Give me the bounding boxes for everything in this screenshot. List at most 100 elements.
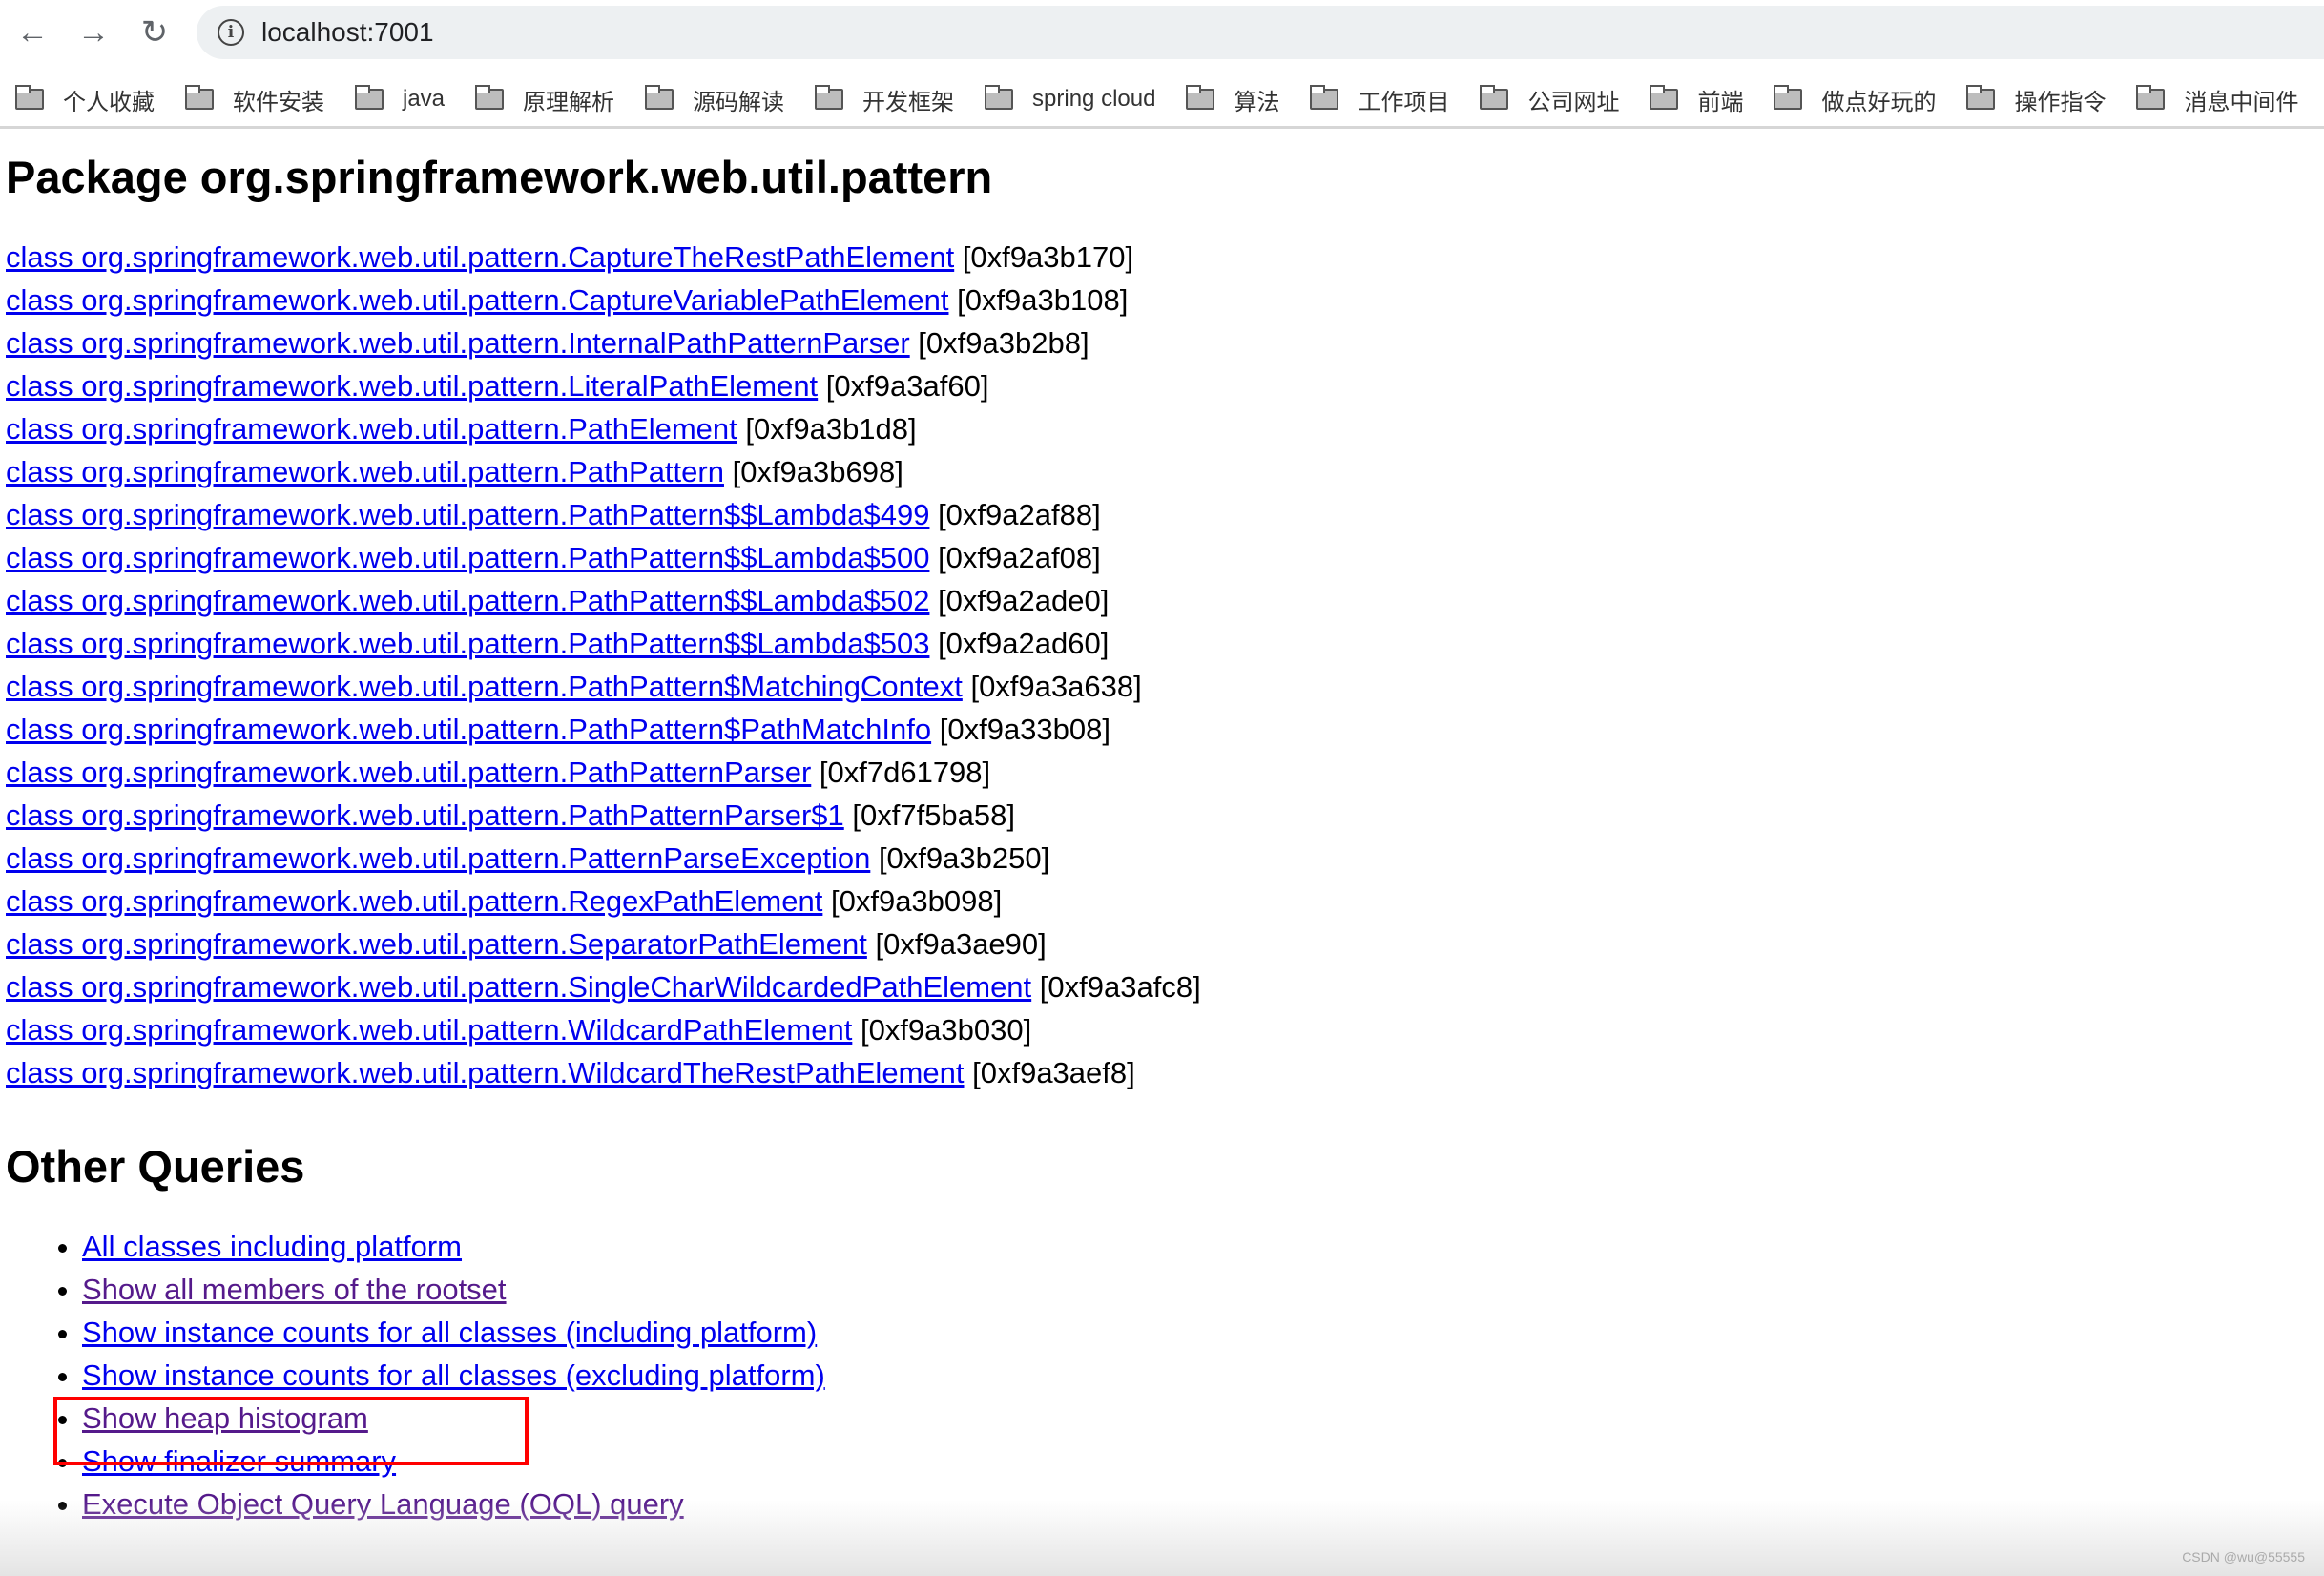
- class-address: [0xf9a3af60]: [825, 369, 989, 403]
- class-row: class org.springframework.web.util.patte…: [6, 579, 1201, 622]
- class-link[interactable]: class org.springframework.web.util.patte…: [6, 369, 818, 403]
- forward-arrow-icon[interactable]: →: [74, 13, 113, 52]
- query-link[interactable]: Show instance counts for all classes (in…: [82, 1316, 817, 1349]
- highlight-box: [53, 1397, 529, 1465]
- back-arrow-icon[interactable]: ←: [13, 13, 52, 52]
- class-link[interactable]: class org.springframework.web.util.patte…: [6, 283, 948, 317]
- folder-icon: [2136, 85, 2166, 110]
- bookmark-folder[interactable]: 消息中间件: [2136, 73, 2298, 126]
- class-address: [0xf9a3afc8]: [1039, 970, 1201, 1004]
- info-icon[interactable]: i: [218, 19, 244, 46]
- bookmark-label: 前端: [1697, 89, 1744, 115]
- bookmark-folder[interactable]: 做点好玩的: [1774, 73, 1936, 126]
- bookmark-folder[interactable]: 算法: [1186, 73, 1279, 126]
- class-address: [0xf9a3b108]: [957, 283, 1129, 317]
- class-address: [0xf9a3b030]: [860, 1013, 1032, 1047]
- query-link[interactable]: Show all members of the rootset: [82, 1273, 507, 1306]
- class-link[interactable]: class org.springframework.web.util.patte…: [6, 326, 910, 360]
- bookmark-folder[interactable]: 操作指令: [1966, 73, 2106, 126]
- bookmark-label: 算法: [1234, 89, 1280, 115]
- class-address: [0xf7d61798]: [819, 756, 991, 789]
- reload-icon[interactable]: ↻: [135, 13, 174, 52]
- class-link[interactable]: class org.springframework.web.util.patte…: [6, 627, 929, 660]
- bookmark-folder[interactable]: 工作项目: [1310, 73, 1449, 126]
- query-item: All classes including platform: [82, 1225, 1201, 1268]
- bookmark-label: 工作项目: [1358, 89, 1450, 115]
- class-row: class org.springframework.web.util.patte…: [6, 279, 1201, 321]
- class-row: class org.springframework.web.util.patte…: [6, 794, 1201, 837]
- class-link[interactable]: class org.springframework.web.util.patte…: [6, 927, 867, 961]
- bookmark-folder[interactable]: spring cloud: [985, 73, 1155, 126]
- folder-icon: [815, 85, 844, 110]
- class-link[interactable]: class org.springframework.web.util.patte…: [6, 412, 737, 446]
- folder-icon: [1774, 85, 1803, 110]
- class-link[interactable]: class org.springframework.web.util.patte…: [6, 541, 929, 574]
- class-link[interactable]: class org.springframework.web.util.patte…: [6, 584, 929, 617]
- class-row: class org.springframework.web.util.patte…: [6, 665, 1201, 708]
- class-link[interactable]: class org.springframework.web.util.patte…: [6, 498, 929, 531]
- class-link[interactable]: class org.springframework.web.util.patte…: [6, 455, 724, 488]
- class-link[interactable]: class org.springframework.web.util.patte…: [6, 841, 870, 875]
- bookmark-folder[interactable]: 个人收藏: [15, 73, 155, 126]
- bookmark-label: 操作指令: [2014, 89, 2106, 115]
- bookmark-folder[interactable]: 公司网址: [1480, 73, 1619, 126]
- class-link[interactable]: class org.springframework.web.util.patte…: [6, 1056, 964, 1089]
- folder-icon: [1966, 85, 1996, 110]
- folder-icon: [15, 85, 44, 110]
- query-link[interactable]: Show instance counts for all classes (ex…: [82, 1358, 825, 1392]
- class-row: class org.springframework.web.util.patte…: [6, 923, 1201, 965]
- class-row: class org.springframework.web.util.patte…: [6, 1051, 1201, 1094]
- bookmark-label: 个人收藏: [63, 89, 155, 115]
- query-link[interactable]: All classes including platform: [82, 1230, 462, 1263]
- class-row: class org.springframework.web.util.patte…: [6, 321, 1201, 364]
- class-address: [0xf9a2ade0]: [938, 584, 1110, 617]
- class-link[interactable]: class org.springframework.web.util.patte…: [6, 884, 822, 918]
- bookmark-folder[interactable]: 原理解析: [475, 73, 614, 126]
- folder-icon: [985, 85, 1014, 110]
- class-address: [0xf9a3ae90]: [875, 927, 1047, 961]
- class-row: class org.springframework.web.util.patte…: [6, 622, 1201, 665]
- class-address: [0xf9a3b170]: [962, 240, 1134, 274]
- other-queries-heading: Other Queries: [6, 1141, 305, 1192]
- folder-icon: [1650, 85, 1679, 110]
- bookmark-label: 公司网址: [1527, 89, 1620, 115]
- folder-icon: [1480, 85, 1509, 110]
- folder-icon: [475, 85, 505, 110]
- bookmark-label: 开发框架: [862, 89, 955, 115]
- class-row: class org.springframework.web.util.patte…: [6, 965, 1201, 1008]
- bookmark-folder[interactable]: java: [355, 73, 445, 126]
- class-link[interactable]: class org.springframework.web.util.patte…: [6, 670, 963, 703]
- bookmark-label: 消息中间件: [2184, 89, 2299, 115]
- class-address: [0xf9a3b098]: [830, 884, 1003, 918]
- bookmarks-bar: 个人收藏 软件安装 java 原理解析 源码解读 开发框架 spring cloud 算法 工作…: [0, 73, 2324, 129]
- bookmark-folder[interactable]: 前端: [1650, 73, 1743, 126]
- folder-icon: [645, 85, 674, 110]
- class-row: class org.springframework.web.util.patte…: [6, 536, 1201, 579]
- folder-icon: [355, 85, 384, 110]
- query-item: Show instance counts for all classes (ex…: [82, 1354, 1201, 1397]
- bookmark-folder[interactable]: 开发框架: [815, 73, 954, 126]
- class-link[interactable]: class org.springframework.web.util.patte…: [6, 713, 931, 746]
- query-item: Show all members of the rootset: [82, 1268, 1201, 1311]
- class-link[interactable]: class org.springframework.web.util.patte…: [6, 1013, 852, 1047]
- bookmark-label: 做点好玩的: [1821, 89, 1937, 115]
- class-row: class org.springframework.web.util.patte…: [6, 751, 1201, 794]
- address-bar[interactable]: i localhost:7001: [197, 6, 2324, 59]
- bookmark-folder[interactable]: 源码解读: [645, 73, 784, 126]
- page-content: Package org.springframework.web.util.pat…: [6, 143, 1201, 1525]
- folder-icon: [1186, 85, 1215, 110]
- class-address: [0xf9a3b1d8]: [745, 412, 917, 446]
- class-row: class org.springframework.web.util.patte…: [6, 450, 1201, 493]
- class-link[interactable]: class org.springframework.web.util.patte…: [6, 970, 1031, 1004]
- class-address: [0xf9a33b08]: [939, 713, 1110, 746]
- class-link[interactable]: class org.springframework.web.util.patte…: [6, 798, 844, 832]
- bottom-fade: [0, 1500, 2324, 1576]
- class-link[interactable]: class org.springframework.web.util.patte…: [6, 756, 811, 789]
- class-link[interactable]: class org.springframework.web.util.patte…: [6, 240, 954, 274]
- bookmark-folder[interactable]: 软件安装: [185, 73, 324, 126]
- class-row: class org.springframework.web.util.patte…: [6, 364, 1201, 407]
- url-text[interactable]: localhost:7001: [261, 17, 434, 48]
- class-row: class org.springframework.web.util.patte…: [6, 407, 1201, 450]
- bookmark-label: 软件安装: [233, 89, 324, 115]
- class-row: class org.springframework.web.util.patte…: [6, 236, 1201, 279]
